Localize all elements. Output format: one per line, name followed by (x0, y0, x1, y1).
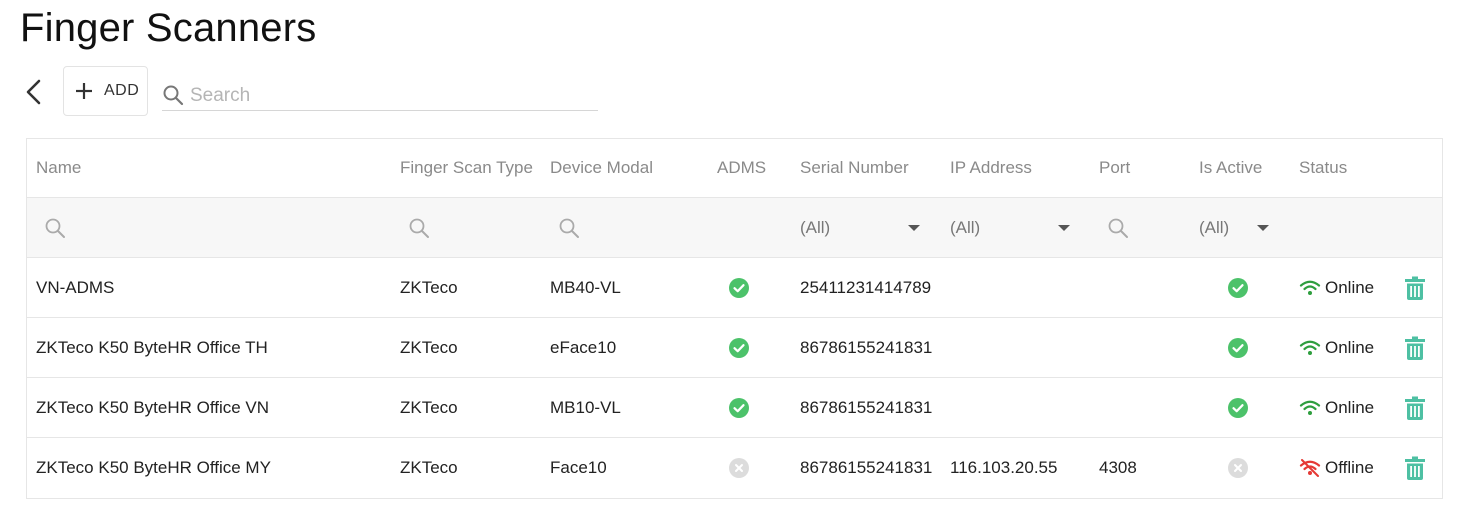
trash-icon (1405, 276, 1425, 300)
x-circle-icon (1228, 458, 1248, 478)
cell-port: 4308 (1099, 458, 1137, 477)
trash-icon (1405, 456, 1425, 480)
check-circle-icon (1228, 397, 1248, 418)
table-row[interactable]: ZKTeco K50 ByteHR Office TH ZKTeco eFace… (27, 318, 1442, 378)
cell-is-active (1228, 438, 1248, 498)
column-header-device-modal[interactable]: Device Modal (550, 139, 653, 197)
dropdown-caret-icon (1058, 224, 1070, 231)
search-icon (559, 218, 579, 238)
cell-device-modal: eFace10 (550, 337, 617, 357)
filter-row: (All) (All) (All) (27, 198, 1442, 258)
cell-is-active (1228, 318, 1248, 377)
plus-icon (76, 83, 92, 99)
trash-icon (1405, 396, 1425, 420)
cell-name: VN-ADMS (36, 277, 115, 297)
check-circle-icon (1228, 277, 1248, 298)
cell-finger-scan-type: ZKTeco (400, 397, 458, 417)
page-title: Finger Scanners (20, 6, 317, 50)
cell-serial-number: 86786155241831 (800, 458, 933, 477)
cell-device-modal: Face10 (550, 458, 607, 477)
filter-finger-scan-type[interactable] (400, 198, 430, 257)
cell-status: Online (1299, 378, 1374, 437)
cell-name: ZKTeco K50 ByteHR Office VN (36, 397, 270, 417)
toolbar: ADD (20, 66, 620, 118)
status-label: Online (1325, 337, 1375, 357)
column-header-name[interactable]: Name (36, 139, 81, 197)
x-circle-icon (729, 458, 749, 478)
filter-name[interactable] (36, 198, 66, 257)
column-header-ip-address[interactable]: IP Address (950, 139, 1032, 197)
back-button[interactable] (20, 74, 48, 110)
check-circle-icon (729, 337, 749, 358)
column-header-is-active[interactable]: Is Active (1199, 139, 1262, 197)
delete-button[interactable] (1405, 318, 1425, 377)
search-icon (163, 85, 184, 106)
delete-button[interactable] (1405, 378, 1425, 437)
cell-adms (729, 258, 749, 317)
dropdown-caret-icon (1257, 224, 1269, 231)
delete-button[interactable] (1405, 438, 1425, 498)
filter-device-modal[interactable] (550, 198, 580, 257)
cell-device-modal: MB10-VL (550, 397, 621, 417)
filter-ip-address-value: (All) (950, 217, 981, 237)
cell-adms (729, 378, 749, 437)
status-label: Online (1325, 397, 1375, 417)
cell-ip-address: 116.103.20.55 (950, 458, 1058, 477)
cell-serial-number: 25411231414789 (800, 277, 932, 297)
check-circle-icon (729, 397, 749, 418)
trash-icon (1405, 336, 1425, 360)
filter-port[interactable] (1099, 198, 1129, 257)
column-header-port[interactable]: Port (1099, 139, 1130, 197)
table-row[interactable]: VN-ADMS ZKTeco MB40-VL 25411231414789 On… (27, 258, 1442, 318)
filter-ip-address-select[interactable]: (All) (950, 198, 1070, 257)
filter-serial-number-value: (All) (800, 217, 831, 237)
cell-status: Online (1299, 258, 1374, 317)
cell-finger-scan-type: ZKTeco (400, 337, 458, 357)
add-button[interactable]: ADD (63, 66, 148, 116)
filter-serial-number-select[interactable]: (All) (800, 198, 920, 257)
status-label: Online (1325, 277, 1375, 297)
cell-device-modal: MB40-VL (550, 277, 621, 297)
search-icon (1108, 218, 1128, 238)
column-header-adms[interactable]: ADMS (717, 139, 766, 197)
cell-serial-number: 86786155241831 (800, 337, 933, 357)
cell-finger-scan-type: ZKTeco (400, 277, 458, 297)
filter-is-active-select[interactable]: (All) (1199, 198, 1269, 257)
search-box (162, 80, 598, 111)
cell-status: Online (1299, 318, 1374, 377)
search-input[interactable] (188, 82, 592, 110)
wifi-icon (1299, 280, 1321, 295)
search-icon (45, 218, 65, 238)
filter-is-active-value: (All) (1199, 217, 1230, 237)
cell-serial-number: 86786155241831 (800, 397, 933, 417)
column-header-finger-scan-type[interactable]: Finger Scan Type (400, 139, 533, 197)
table-row[interactable]: ZKTeco K50 ByteHR Office MY ZKTeco Face1… (27, 438, 1442, 498)
table-header: Name Finger Scan Type Device Modal ADMS … (27, 139, 1442, 198)
add-button-label: ADD (104, 82, 140, 99)
cell-status: Offline (1299, 438, 1374, 498)
cell-adms (729, 318, 749, 377)
cell-adms (729, 438, 749, 498)
wifi-off-icon (1299, 459, 1321, 477)
table-row[interactable]: ZKTeco K50 ByteHR Office VN ZKTeco MB10-… (27, 378, 1442, 438)
cell-name: ZKTeco K50 ByteHR Office MY (36, 458, 271, 477)
column-header-serial-number[interactable]: Serial Number (800, 139, 909, 197)
column-header-status[interactable]: Status (1299, 139, 1347, 197)
search-icon (409, 218, 429, 238)
cell-name: ZKTeco K50 ByteHR Office TH (36, 337, 268, 357)
check-circle-icon (1228, 337, 1248, 358)
status-label: Offline (1325, 458, 1374, 477)
cell-is-active (1228, 378, 1248, 437)
finger-scanners-table: Name Finger Scan Type Device Modal ADMS … (26, 138, 1443, 499)
delete-button[interactable] (1405, 258, 1425, 317)
wifi-icon (1299, 400, 1321, 415)
chevron-left-icon (26, 79, 41, 105)
check-circle-icon (729, 277, 749, 298)
cell-is-active (1228, 258, 1248, 317)
cell-finger-scan-type: ZKTeco (400, 458, 458, 477)
wifi-icon (1299, 340, 1321, 355)
dropdown-caret-icon (908, 224, 920, 231)
